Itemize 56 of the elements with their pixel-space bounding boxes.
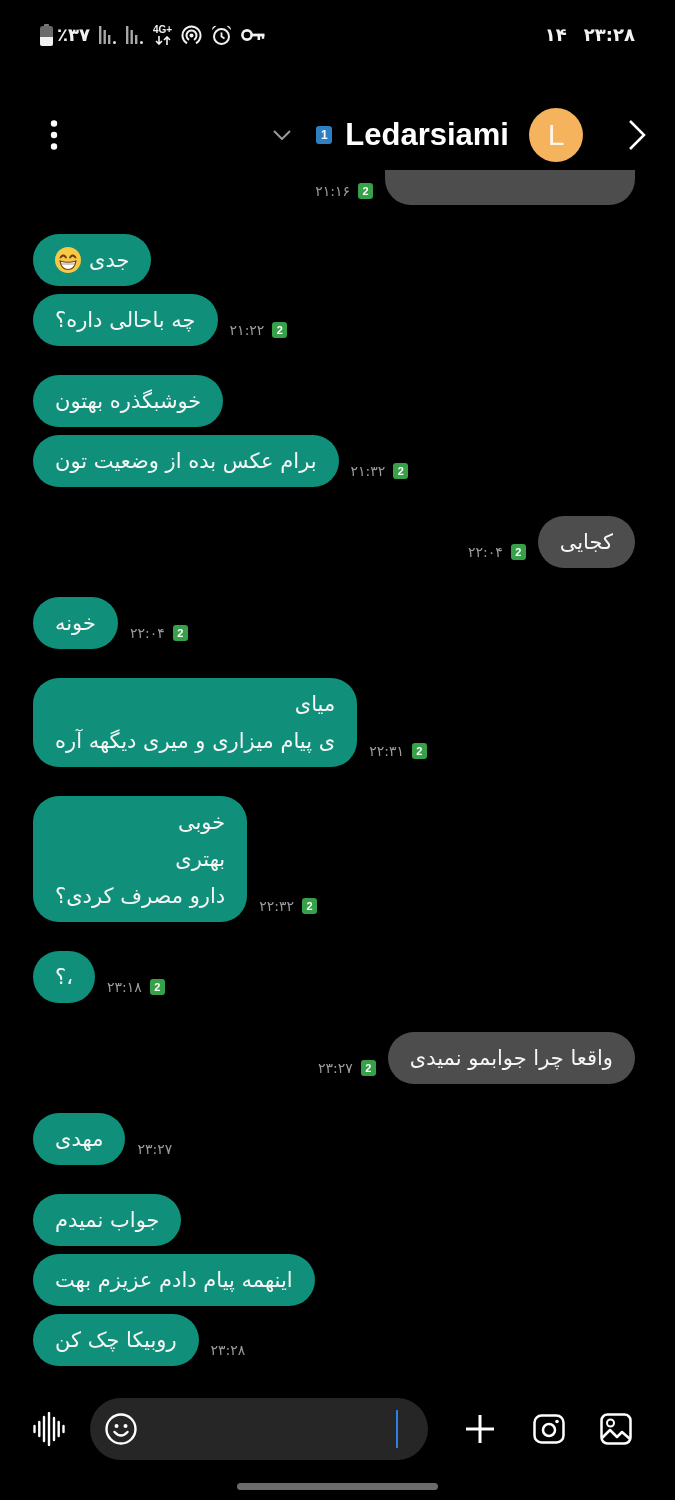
timestamp: ۲۱:۱۶ [315,183,350,199]
message-text: جدی [89,246,130,274]
clock: ۲۳:۲۸ [583,24,635,46]
message-text: اینهمه پیام دادم عزیزم بهت [55,1266,293,1294]
timestamp: ۲۱:۲۲ [229,322,265,338]
battery-percent: ٪۳۷ [57,24,90,46]
alarm-clock-icon [211,24,233,46]
signal-icon [98,26,117,44]
hotspot-icon [181,24,203,46]
sim-badge: 2 [301,898,317,914]
message-text: خونه [55,609,96,637]
timestamp: ۲۳:۲۷ [317,1060,353,1076]
timestamp: ۲۳:۲۸ [210,1342,246,1358]
message-text: روبیکا چک کن [55,1326,177,1354]
sim-badge: 2 [149,979,165,995]
message-text: مهدی [55,1125,104,1153]
message-text: چه باحالی داره؟ [55,306,196,334]
message-text: ،؟ [55,963,73,991]
timestamp: ۲۱:۳۲ [350,463,386,479]
sim-badge: 1 [316,126,333,144]
sim-badge: 2 [272,322,288,338]
voice-waveform-icon[interactable] [33,1412,65,1446]
timestamp: ۲۲:۰۴ [129,625,165,641]
message-text: جواب نمیدم [55,1206,160,1234]
message-text: واقعا چرا جوابمو نمیدی [409,1044,613,1072]
message-text: کجایی [559,528,613,556]
contact-avatar[interactable]: L [529,108,583,162]
sim-badge: 2 [360,1060,376,1076]
sim-badge: 2 [411,743,427,759]
emoji-icon[interactable] [105,1413,137,1445]
message-text: خوبی بهتری دارو مصرف کردی؟ [55,808,226,910]
contact-name: Ledarsiami [345,116,509,154]
sim-badge: 2 [358,183,373,199]
plus-icon[interactable] [465,1414,495,1444]
timestamp: ۲۲:۳۱ [369,743,404,759]
status-number: ۱۴ [544,24,567,46]
chevron-right-icon[interactable] [628,119,646,151]
message-text: خوشبگذره بهتون [55,387,202,415]
camera-icon[interactable] [533,1414,565,1444]
timestamp: ۲۳:۱۸ [106,979,142,995]
timestamp: ۲۲:۳۲ [259,898,294,914]
message-text: میای ی پیام میزاری و میری دیگهه آره [55,690,336,755]
timestamp: ۲۲:۰۴ [467,544,503,560]
data-arrows-icon [154,36,171,45]
network-type: 4G+ [152,25,173,35]
more-icon[interactable] [50,120,58,150]
timestamp: ۲۳:۲۷ [137,1141,173,1157]
sim-badge: 2 [510,544,526,560]
message-text: برام عکس بده از وضعیت تون [55,447,317,475]
key-icon [241,28,266,42]
signal-icon [125,26,144,44]
chevron-down-icon[interactable] [273,130,292,140]
battery-icon [40,24,53,46]
gallery-icon[interactable] [600,1413,632,1445]
sim-badge: 2 [172,625,188,641]
sim-badge: 2 [393,463,409,479]
